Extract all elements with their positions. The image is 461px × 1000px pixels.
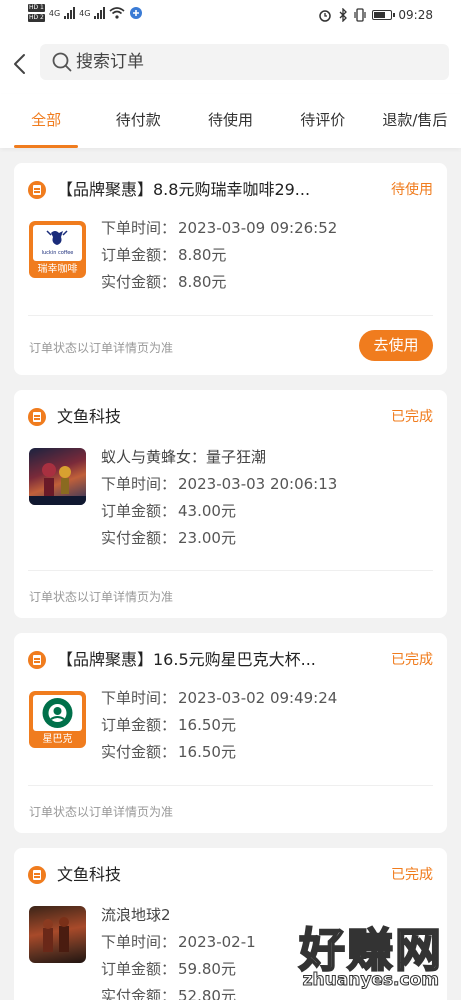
order-card-header: 【品牌聚惠】8.8元购瑞幸咖啡29... 待使用 — [28, 179, 433, 201]
order-details: 下单时间： 2023-03-09 09:26:52 订单金额： 8.80元 实付金额… — [101, 215, 337, 296]
alarm-icon — [319, 10, 332, 22]
movie-poster — [29, 448, 86, 505]
order-time-row: 下单时间： 2023-03-02 09:49:24 — [101, 689, 338, 707]
luckin-brand-text: luckin coffee — [41, 250, 74, 256]
back-arrow-icon[interactable] — [10, 49, 30, 79]
luckin-thumb-label: 瑞幸咖啡 — [37, 264, 78, 275]
order-status: 已完成 — [391, 409, 433, 425]
starbucks-logo: 星巴克 — [29, 691, 86, 748]
shop-icon — [28, 651, 46, 669]
order-time-row: 下单时间： 2023-03-03 20:06:13 — [101, 475, 338, 493]
wifi-icon — [109, 7, 125, 19]
tab-pending-review[interactable]: 待评价 — [277, 94, 369, 148]
order-paid-row: 实付金额： 8.80元 — [101, 273, 227, 291]
shop-icon — [28, 181, 46, 199]
order-amount-row: 订单金额： 8.80元 — [101, 246, 227, 264]
bluetooth-icon — [339, 8, 348, 22]
deer-icon — [46, 230, 68, 245]
net1-label: 4G — [48, 8, 61, 18]
watermark-url: zhuanyes.com — [302, 970, 439, 991]
order-card-header: 文鱼科技 已完成 — [28, 406, 433, 428]
order-time-row: 下单时间： 2023-03-09 09:26:52 — [101, 219, 338, 237]
movie-name: 流浪地球2 — [101, 906, 171, 924]
order-tabs: 全部 待付款 待使用 待评价 退款/售后 — [0, 94, 461, 148]
order-paid-row: 实付金额： 52.80元 — [101, 987, 236, 1000]
signal-icon — [64, 7, 76, 19]
order-card-header: 【品牌聚惠】16.5元购星巴克大杯... 已完成 — [28, 649, 433, 671]
status-time: 09:28 — [398, 8, 433, 22]
order-details: 蚁人与黄蜂女：量子狂潮 下单时间： 2023-03-03 20:06:13 订单金… — [101, 444, 337, 552]
use-button[interactable]: 去使用 — [359, 330, 433, 361]
search-input[interactable] — [76, 44, 436, 80]
order-card[interactable]: 【品牌聚惠】8.8元购瑞幸咖啡29... 待使用 luckin coffee 瑞… — [14, 163, 447, 375]
movie-name: 蚁人与黄蜂女：量子狂潮 — [101, 448, 267, 466]
order-time-row: 下单时间： 2023-02-1 — [101, 933, 256, 951]
order-paid-row: 实付金额： 23.00元 — [101, 529, 236, 547]
siren-icon — [42, 698, 73, 728]
tab-all[interactable]: 全部 — [0, 94, 92, 148]
movie-poster — [29, 906, 86, 963]
order-title: 文鱼科技 — [57, 865, 122, 884]
tab-pending-use[interactable]: 待使用 — [184, 94, 276, 148]
order-amount-row: 订单金额： 59.80元 — [101, 960, 236, 978]
order-card[interactable]: 【品牌聚惠】16.5元购星巴克大杯... 已完成 星巴克 下单时间： 2023-0… — [14, 633, 447, 833]
order-title: 【品牌聚惠】16.5元购星巴克大杯... — [57, 650, 316, 669]
net2-label: 4G — [79, 8, 91, 18]
order-card-header: 文鱼科技 已完成 — [28, 864, 433, 886]
card-divider — [28, 315, 433, 316]
order-status-note: 订单状态以订单详情页为准 — [29, 805, 174, 819]
order-amount-row: 订单金额： 16.50元 — [101, 716, 236, 734]
poster-figures-icon — [29, 463, 86, 505]
luckin-coffee-logo: luckin coffee 瑞幸咖啡 — [29, 221, 86, 278]
tab-refund[interactable]: 退款/售后 — [369, 94, 461, 148]
signal-icon-2 — [94, 7, 106, 19]
card-divider — [28, 570, 433, 571]
order-details: 流浪地球2 下单时间： 2023-02-1 订单金额： 59.80元 实付金额： 52… — [101, 902, 256, 1000]
status-bar: HD 1 HD 2 4G 4G 09:28 — [0, 0, 461, 34]
hd1-badge: HD 1 — [28, 4, 45, 12]
vibrate-icon — [354, 8, 367, 22]
card-divider — [28, 785, 433, 786]
order-card[interactable]: 文鱼科技 已完成 蚁人与黄蜂女：量子狂潮 下单时间： 2023-03-03 20:… — [14, 390, 447, 618]
order-amount-row: 订单金额： 43.00元 — [101, 502, 236, 520]
search-box[interactable] — [40, 44, 449, 80]
hd2-badge: HD 2 — [28, 14, 45, 22]
search-header — [0, 34, 461, 94]
order-status-note: 订单状态以订单详情页为准 — [29, 590, 174, 604]
status-right: 09:28 — [318, 8, 433, 22]
shop-icon — [28, 866, 46, 884]
order-title: 文鱼科技 — [57, 407, 122, 426]
order-title: 【品牌聚惠】8.8元购瑞幸咖啡29... — [57, 180, 311, 199]
shop-icon — [28, 408, 46, 426]
app-notification-icon — [130, 7, 143, 19]
starbucks-thumb-label: 星巴克 — [42, 734, 73, 745]
search-icon — [52, 52, 72, 72]
tab-pending-payment[interactable]: 待付款 — [92, 94, 184, 148]
poster-figures-icon — [43, 917, 69, 952]
order-status: 已完成 — [391, 867, 433, 883]
order-details: 下单时间： 2023-03-02 09:49:24 订单金额： 16.50元 实付金… — [101, 685, 337, 766]
order-paid-row: 实付金额： 16.50元 — [101, 743, 236, 761]
order-status: 已完成 — [391, 652, 433, 668]
watermark: 好赚网 zhuanyes.com — [243, 914, 443, 994]
order-status-note: 订单状态以订单详情页为准 — [29, 341, 174, 355]
sim-indicators: HD 1 HD 2 — [28, 4, 45, 22]
status-left: HD 1 HD 2 4G 4G — [28, 4, 143, 22]
battery-icon — [372, 10, 396, 20]
order-status: 待使用 — [391, 182, 433, 198]
